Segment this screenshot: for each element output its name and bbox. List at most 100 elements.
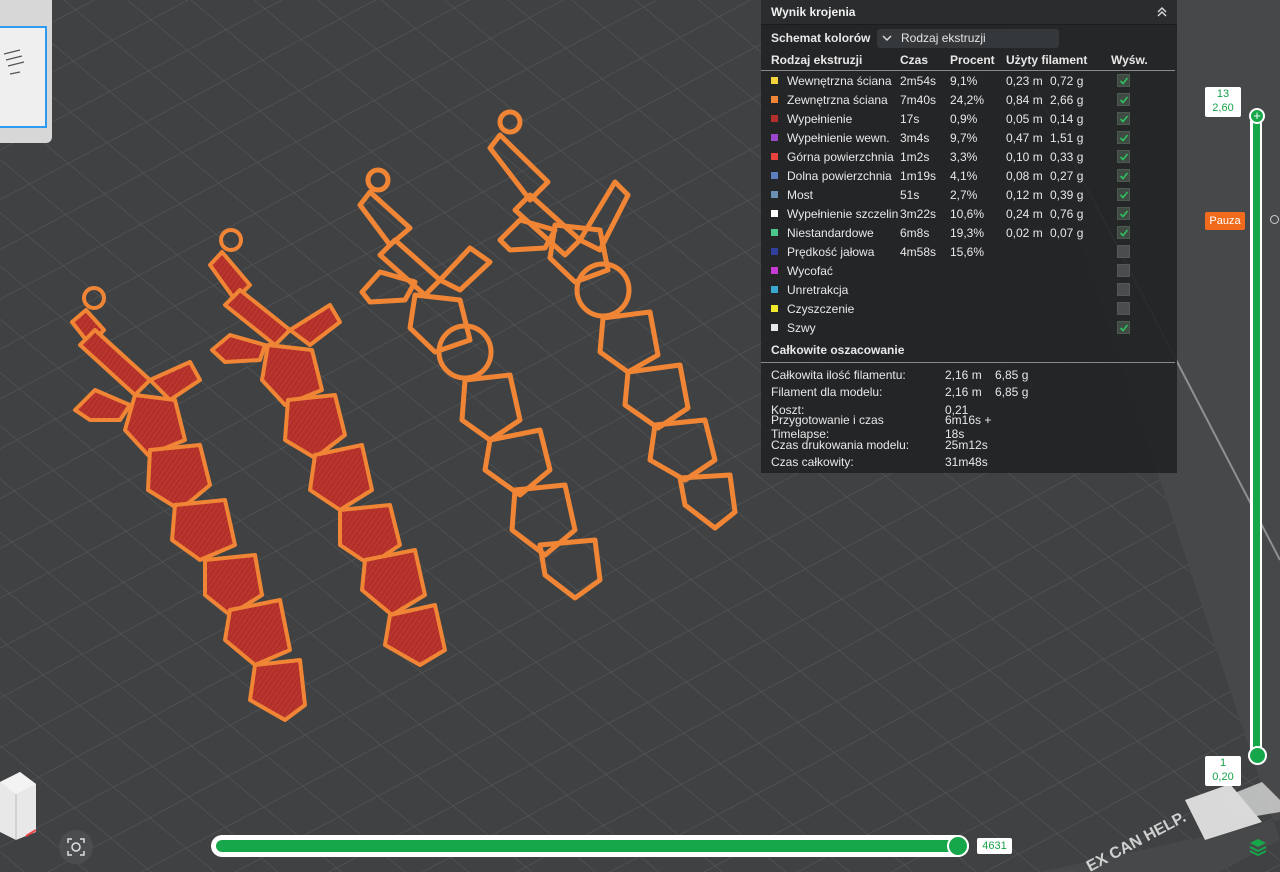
legend-label: Niestandardowe [787,225,874,240]
legend-time: 17s [900,111,920,126]
legend-label: Prędkość jałowa [787,244,875,259]
legend-row: Dolna powierzchnia 1m19s 4,1% 0,08 m 0,27 g [761,166,1177,185]
color-swatch [771,305,778,312]
legend-percent: 9,7% [950,130,978,145]
legend-percent: 9,1% [950,73,978,88]
visibility-checkbox[interactable] [1117,169,1130,182]
legend-time: 1m19s [900,168,937,183]
check-icon [1119,323,1128,332]
layer-slider-top-handle[interactable]: + [1249,108,1265,124]
color-swatch [771,248,778,255]
color-swatch [771,267,778,274]
legend-weight: 0,33 g [1050,149,1084,164]
summary-label: Całkowita ilość filamentu: [771,367,906,382]
legend-time: 51s [900,187,920,202]
header-time: Czas [900,53,929,67]
layer-slider-bottom-handle[interactable] [1248,746,1267,765]
legend-name: Wypełnienie szczelin [771,207,900,221]
collapse-up-icon[interactable] [1155,5,1169,19]
check-icon [1119,190,1128,199]
panel-header: Wynik krojenia [761,0,1177,25]
summary-row: Przygotowanie i czas Timelapse: 6m16s + 1… [761,413,1177,441]
legend-percent: 0,9% [950,111,978,126]
visibility-checkbox[interactable] [1117,321,1130,334]
legend-weight: 0,72 g [1050,73,1084,88]
visibility-checkbox[interactable] [1117,207,1130,220]
visibility-checkbox[interactable] [1117,131,1130,144]
color-swatch [771,134,778,141]
legend-label: Szwy [787,320,816,335]
legend-row: Czyszczenie [761,299,1177,318]
legend-rows: Wewnętrzna ściana 2m54s 9,1% 0,23 m 0,72 g Ze… [761,71,1177,337]
summary-label: Czas całkowity: [771,455,854,470]
summary-rows: Całkowita ilość filamentu: 2,16 m 6,85 g Fi… [761,363,1177,471]
legend-row: Prędkość jałowa 4m58s 15,6% [761,242,1177,261]
legend-label: Wewnętrzna ściana [787,73,892,88]
legend-row: Wycofać [761,261,1177,280]
legend-length: 0,08 m [1006,168,1043,183]
color-scheme-value: Rodzaj ekstruzji [901,31,986,45]
color-scheme-select[interactable]: Rodzaj ekstruzji [877,28,1059,48]
check-icon [1119,152,1128,161]
visibility-checkbox[interactable] [1117,188,1130,201]
legend-weight: 0,14 g [1050,111,1084,126]
bottom-layer-label: 1 0,20 [1205,756,1241,786]
summary-row: Całkowita ilość filamentu: 2,16 m 6,85 g [761,366,1177,384]
legend-header: Rodzaj ekstruzji Czas Procent Użyty fila… [761,50,1175,71]
visibility-checkbox[interactable] [1117,112,1130,125]
visibility-checkbox[interactable] [1117,226,1130,239]
legend-length: 0,24 m [1006,206,1043,221]
layers-icon[interactable] [1247,836,1269,858]
legend-label: Unretrakcja [787,282,849,297]
summary-value-a: 2,16 m [945,385,982,400]
legend-label: Most [787,187,814,202]
color-swatch [771,210,778,217]
legend-length: 0,12 m [1006,187,1043,202]
visibility-checkbox[interactable] [1117,302,1130,315]
orientation-cube-icon[interactable] [0,772,36,840]
legend-label: Wypełnienie wewn. [787,130,890,145]
plate-thumbnail[interactable] [0,0,52,143]
legend-label: Czyszczenie [787,301,855,316]
camera-view-button[interactable] [59,830,93,864]
summary-label: Czas drukowania modelu: [771,437,910,452]
visibility-checkbox[interactable] [1117,74,1130,87]
header-show: Wyśw. [1111,53,1148,67]
chevron-down-icon [882,35,892,41]
visibility-checkbox[interactable] [1117,150,1130,163]
legend-percent: 4,1% [950,168,978,183]
legend-row: Szwy [761,318,1177,337]
pause-button[interactable]: Pauza [1205,212,1245,230]
summary-row: Czas drukowania modelu: 25m12s [761,436,1177,454]
visibility-checkbox[interactable] [1117,93,1130,106]
visibility-checkbox[interactable] [1117,283,1130,296]
legend-weight: 0,07 g [1050,225,1084,240]
summary-value-a: 2,16 m [945,367,982,382]
summary-row: Filament dla modelu: 2,16 m 6,85 g [761,384,1177,402]
summary-value-a: 25m12s [945,437,988,452]
legend-time: 6m8s [900,225,930,240]
legend-row: Wypełnienie 17s 0,9% 0,05 m 0,14 g [761,109,1177,128]
check-icon [1119,95,1128,104]
legend-row: Wypełnienie szczelin 3m22s 10,6% 0,24 m 0,76… [761,204,1177,223]
legend-label: Wypełnienie [787,111,853,126]
header-filament: Użyty filament [1006,53,1088,67]
legend-length: 0,47 m [1006,130,1043,145]
legend-name: Szwy [771,321,900,335]
legend-length: 0,02 m [1006,225,1043,240]
visibility-checkbox[interactable] [1117,245,1130,258]
summary-title: Całkowite oszacowanie [761,341,1175,363]
legend-weight: 0,39 g [1050,187,1084,202]
visibility-checkbox[interactable] [1117,264,1130,277]
move-slider-handle[interactable] [947,835,969,857]
panel-title: Wynik krojenia [771,5,856,19]
check-icon [1119,171,1128,180]
header-percent: Procent [950,53,995,67]
check-icon [1119,228,1128,237]
legend-time: 3m22s [900,206,937,221]
legend-name: Wycofać [771,264,900,278]
plate-thumbnail-selected[interactable] [0,26,47,128]
pause-indicator-icon[interactable] [1270,215,1279,224]
legend-row: Wewnętrzna ściana 2m54s 9,1% 0,23 m 0,72 g [761,71,1177,90]
color-swatch [771,96,778,103]
